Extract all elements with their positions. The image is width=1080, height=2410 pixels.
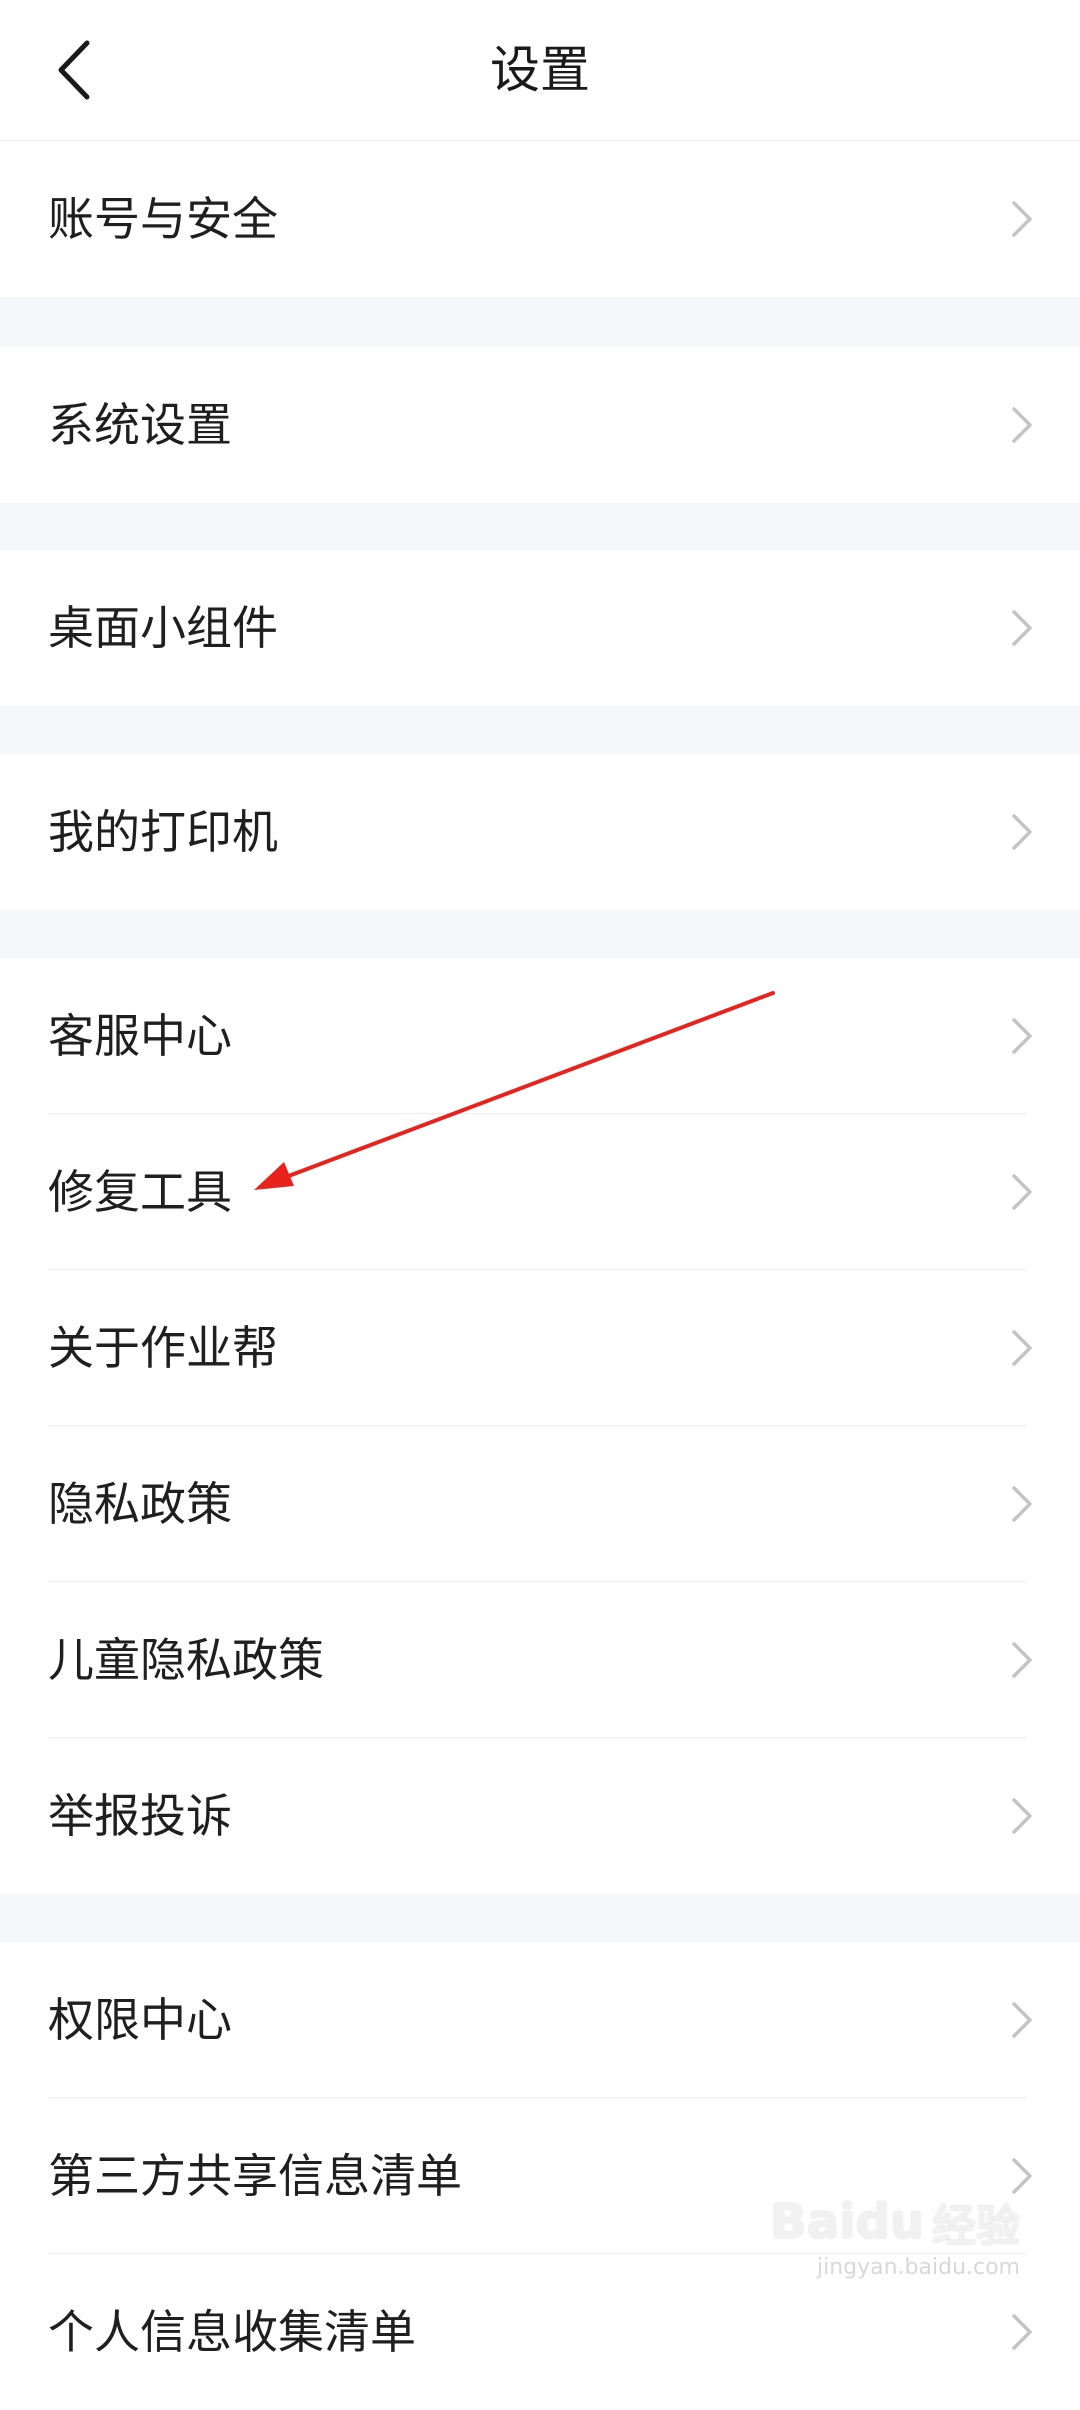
settings-item-label: 个人信息收集清单 (48, 2305, 416, 2359)
chevron-right-icon (1012, 201, 1032, 237)
settings-item-label: 系统设置 (48, 398, 232, 452)
settings-item-permission-center[interactable]: 权限中心 (0, 1942, 1080, 2098)
settings-item-label: 修复工具 (48, 1165, 232, 1219)
chevron-right-icon (1012, 1486, 1032, 1522)
header-bar: 设置 (0, 0, 1080, 141)
settings-item-label: 第三方共享信息清单 (48, 2149, 462, 2203)
settings-item-label: 我的打印机 (48, 805, 278, 859)
chevron-right-icon (1012, 814, 1032, 850)
settings-item-label: 隐私政策 (48, 1477, 232, 1531)
settings-item-system-settings[interactable]: 系统设置 (0, 347, 1080, 503)
settings-group-account: 账号与安全 (0, 141, 1080, 297)
settings-item-report[interactable]: 举报投诉 (0, 1738, 1080, 1894)
settings-group-system: 系统设置 (0, 347, 1080, 503)
settings-group-support: 客服中心 修复工具 关于作业帮 隐私政策 儿童隐私政策 举报投诉 (0, 958, 1080, 1894)
chevron-right-icon (1012, 1174, 1032, 1210)
settings-item-about[interactable]: 关于作业帮 (0, 1270, 1080, 1426)
settings-group-permissions: 权限中心 第三方共享信息清单 个人信息收集清单 (0, 1942, 1080, 2410)
settings-group-printer: 我的打印机 (0, 754, 1080, 910)
settings-item-privacy-policy[interactable]: 隐私政策 (0, 1426, 1080, 1582)
settings-item-desktop-widget[interactable]: 桌面小组件 (0, 550, 1080, 706)
settings-item-label: 举报投诉 (48, 1789, 232, 1843)
settings-item-repair-tool[interactable]: 修复工具 (0, 1114, 1080, 1270)
chevron-right-icon (1012, 2314, 1032, 2350)
settings-item-label: 权限中心 (48, 1993, 232, 2047)
page-title: 设置 (490, 41, 590, 99)
chevron-right-icon (1012, 610, 1032, 646)
chevron-right-icon (1012, 2002, 1032, 2038)
chevron-right-icon (1012, 407, 1032, 443)
settings-item-label: 账号与安全 (48, 192, 278, 246)
chevron-right-icon (1012, 1330, 1032, 1366)
watermark-brand: Baidu (770, 2194, 924, 2250)
watermark-url: jingyan.baidu.com (816, 2255, 1020, 2280)
settings-item-label: 关于作业帮 (48, 1321, 278, 1375)
settings-item-account-security[interactable]: 账号与安全 (0, 141, 1080, 297)
chevron-left-icon (58, 40, 90, 100)
settings-item-child-privacy-policy[interactable]: 儿童隐私政策 (0, 1582, 1080, 1738)
watermark-sub: 经验 (932, 2201, 1020, 2252)
settings-item-customer-service[interactable]: 客服中心 (0, 958, 1080, 1114)
chevron-right-icon (1012, 1642, 1032, 1678)
settings-item-label: 桌面小组件 (48, 601, 278, 655)
settings-item-label: 客服中心 (48, 1009, 232, 1063)
settings-group-widget: 桌面小组件 (0, 550, 1080, 706)
settings-item-my-printer[interactable]: 我的打印机 (0, 754, 1080, 910)
back-button[interactable] (40, 30, 110, 110)
settings-item-label: 儿童隐私政策 (48, 1633, 324, 1687)
chevron-right-icon (1012, 1018, 1032, 1054)
chevron-right-icon (1012, 1798, 1032, 1834)
baidu-watermark: Baidu 经验 (770, 2190, 1020, 2254)
